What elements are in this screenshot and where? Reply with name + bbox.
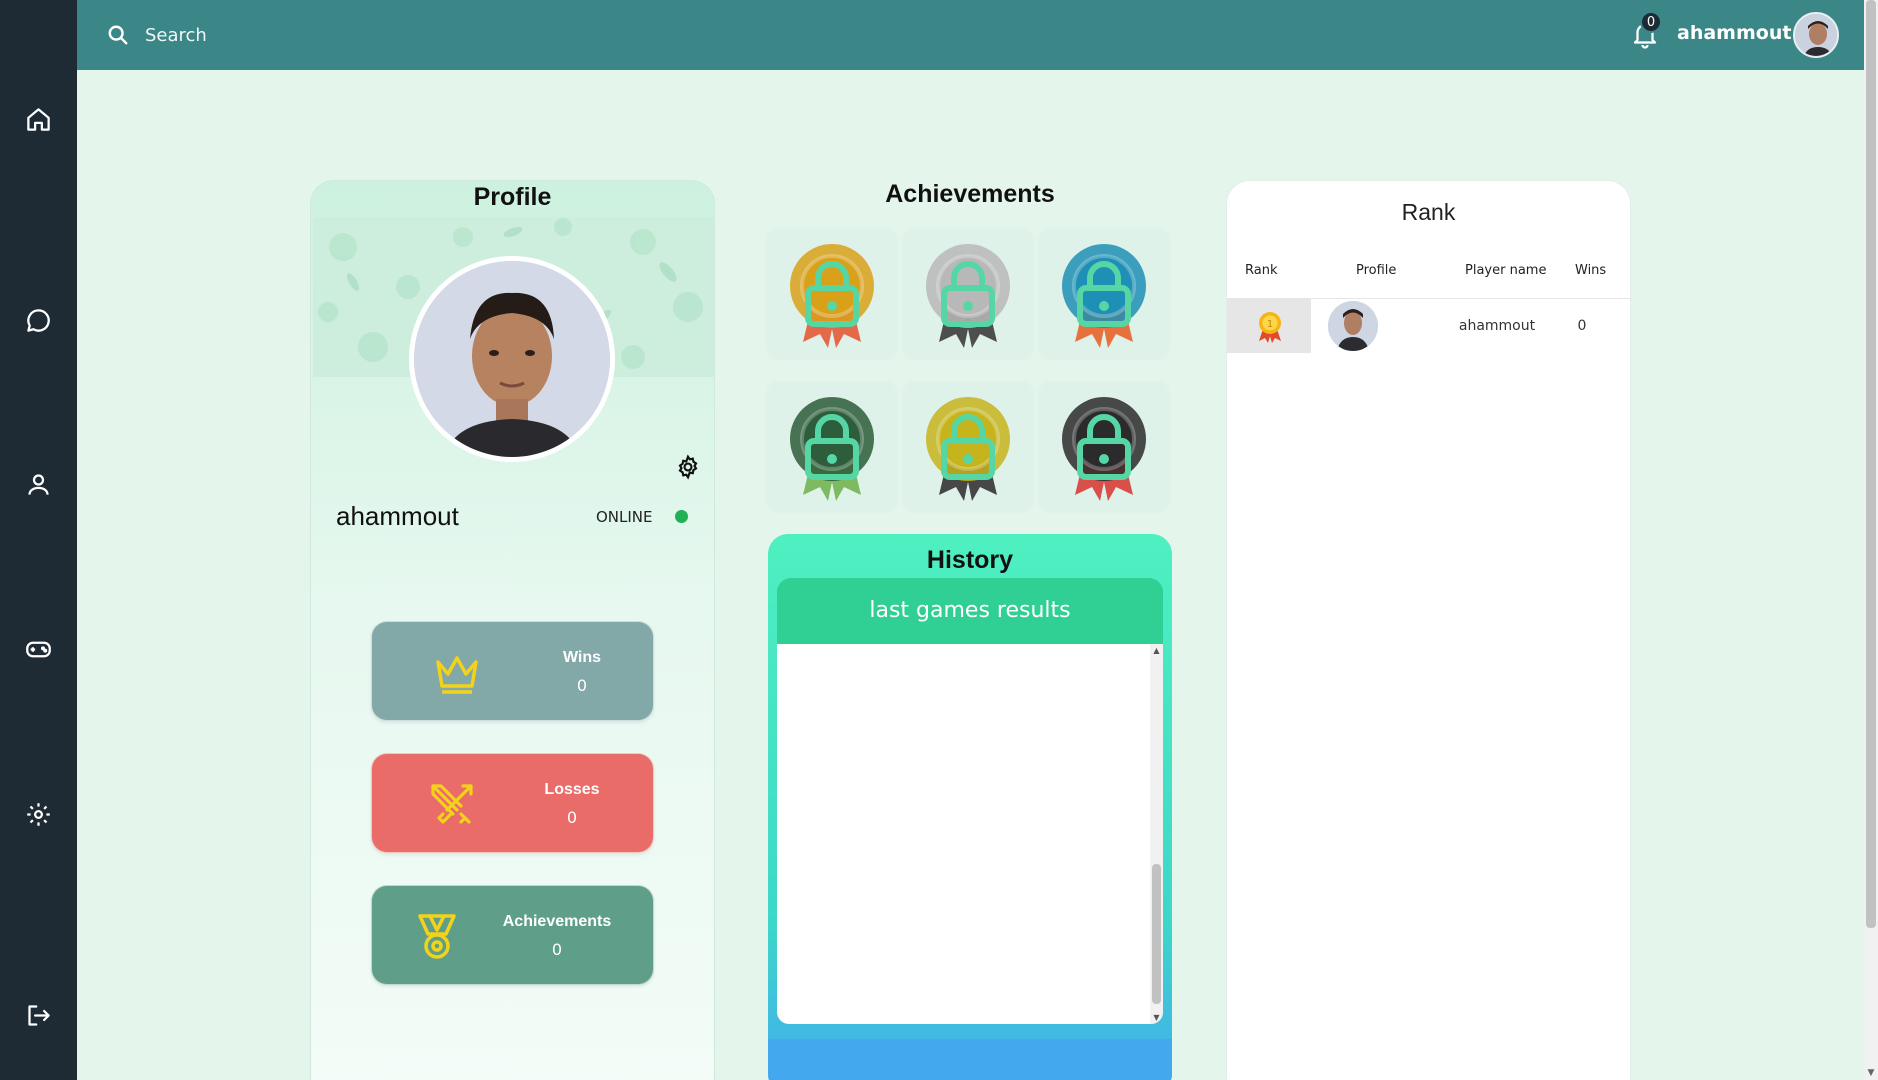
scroll-down-arrow[interactable]: ▼ <box>1152 1013 1161 1022</box>
achievement-badge-black[interactable] <box>1040 383 1168 511</box>
achievement-badge-yellow[interactable] <box>904 383 1032 511</box>
profile-title: Profile <box>473 183 552 211</box>
profile-username: ahammout <box>336 501 459 531</box>
home-icon <box>27 107 50 131</box>
rank-title: Rank <box>1401 199 1456 225</box>
page-scrollbar[interactable]: ▼ <box>1864 0 1878 1080</box>
profile-avatar <box>409 256 615 462</box>
achievements-value: 0 <box>551 940 563 959</box>
search-input[interactable] <box>145 20 465 50</box>
sidebar-item-logout[interactable] <box>0 990 77 1040</box>
settings-icon <box>27 802 50 826</box>
wins-stat-card: Wins 0 <box>371 621 654 721</box>
rank-medal-icon: 1 <box>1259 312 1281 343</box>
locked-badge-icon <box>790 397 874 501</box>
profile-column-header: Profile <box>1356 263 1397 278</box>
rank-card: Rank Rank Profile Player name Wins 1 aha… <box>1226 180 1632 1080</box>
notification-count-badge: 0 <box>1640 11 1662 33</box>
history-subtitle: last games results <box>777 578 1163 644</box>
crown-icon <box>436 656 478 694</box>
achievement-badge-blue[interactable] <box>1040 230 1168 358</box>
wins-label: Wins <box>562 649 602 666</box>
locked-badge-icon <box>926 244 1010 348</box>
chat-icon <box>27 308 50 332</box>
locked-badge-icon <box>1062 397 1146 501</box>
history-footer <box>768 1039 1172 1080</box>
status-text: ONLINE <box>596 508 653 526</box>
page-scrollbar-thumb[interactable] <box>1866 0 1876 928</box>
losses-stat-card: Losses 0 <box>371 753 654 853</box>
wins-column-header: Wins <box>1575 263 1607 278</box>
rank-column-header: Rank <box>1245 263 1278 278</box>
achievements-stat-card: Achievements 0 <box>371 885 654 985</box>
locked-badge-icon <box>926 397 1010 501</box>
medal-icon <box>418 914 456 959</box>
user-icon <box>28 473 49 495</box>
rank-row-player-name: ahammout <box>1458 318 1536 334</box>
locked-badge-icon <box>1062 244 1146 348</box>
sidebar <box>0 0 77 1080</box>
history-panel: History last games results ▲ ▼ <box>768 534 1172 1080</box>
sidebar-item-game[interactable] <box>0 624 77 674</box>
search-icon <box>108 25 128 45</box>
sidebar-item-home[interactable] <box>0 94 77 144</box>
logout-icon <box>28 1004 50 1026</box>
sidebar-item-profile[interactable] <box>0 459 77 509</box>
sidebar-item-settings[interactable] <box>0 789 77 839</box>
history-list[interactable]: ▲ ▼ <box>777 644 1163 1024</box>
edit-profile-gear-icon[interactable] <box>675 454 701 480</box>
history-title: History <box>926 546 1014 574</box>
header-avatar[interactable] <box>1793 12 1839 58</box>
achievements-title: Achievements <box>885 180 1055 208</box>
losses-label: Losses <box>544 781 600 798</box>
medal-rank-number: 1 <box>1267 319 1273 330</box>
online-status-dot <box>675 510 688 523</box>
top-bar: 0 ahammout <box>77 0 1864 70</box>
scroll-up-arrow[interactable]: ▲ <box>1152 646 1161 655</box>
scroll-down-arrow[interactable]: ▼ <box>1866 1068 1876 1078</box>
header-username: ahammout <box>1677 22 1792 44</box>
achievements-label: Achievements <box>502 913 612 930</box>
swords-icon <box>431 784 473 824</box>
achievement-badge-gold[interactable] <box>768 230 896 358</box>
rank-row-avatar[interactable] <box>1328 301 1378 351</box>
locked-badge-icon <box>790 244 874 348</box>
player-name-column-header: Player name <box>1465 263 1547 278</box>
wins-value: 0 <box>576 676 588 695</box>
profile-card: Profile ahammout ONLINE Wins 0 Losses 0 … <box>310 180 715 1080</box>
history-scrollbar-thumb[interactable] <box>1152 864 1161 1004</box>
achievement-badge-green[interactable] <box>768 383 896 511</box>
sidebar-item-chat[interactable] <box>0 295 77 345</box>
losses-value: 0 <box>566 808 578 827</box>
history-scrollbar[interactable]: ▲ ▼ <box>1150 644 1163 1024</box>
gamepad-icon <box>26 641 51 657</box>
rank-row-wins: 0 <box>1577 318 1587 334</box>
achievement-badge-silver[interactable] <box>904 230 1032 358</box>
